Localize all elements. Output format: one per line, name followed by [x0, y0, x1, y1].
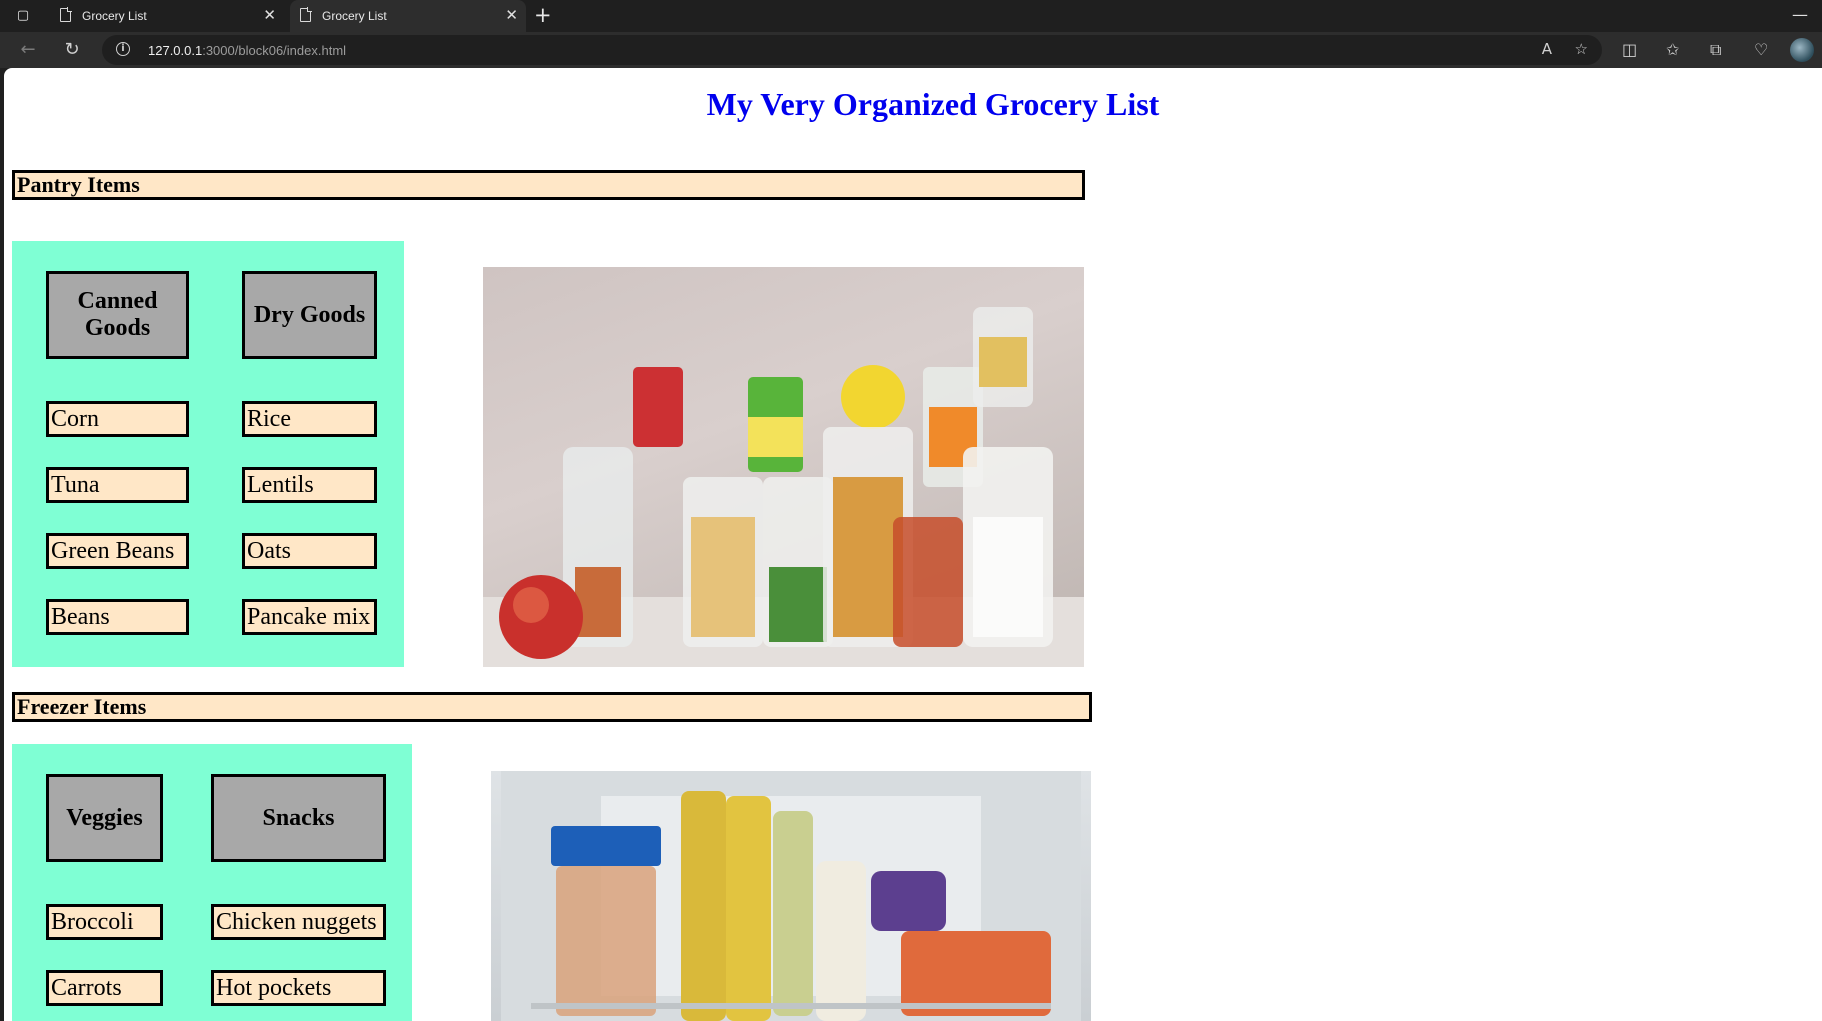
close-icon[interactable]: ✕ [263, 6, 276, 24]
list-item: Tuna [46, 467, 189, 503]
list-item: Carrots [46, 970, 163, 1006]
tab-grocery-list-1[interactable]: Grocery List ✕ [50, 0, 284, 32]
list-item: Chicken nuggets [211, 904, 386, 940]
split-screen-icon[interactable]: ◫ [1622, 40, 1637, 59]
page-viewport: My Very Organized Grocery List Pantry It… [4, 68, 1822, 1021]
category-snacks: Snacks [211, 774, 386, 862]
url-text[interactable]: 127.0.0.1:3000/block06/index.html [148, 43, 346, 58]
freezer-section-header: Freezer Items [12, 692, 1092, 722]
tab-grocery-list-2[interactable]: Grocery List ✕ [290, 0, 526, 32]
browser-toolbar: ← ↻ i 127.0.0.1:3000/block06/index.html … [0, 32, 1822, 68]
list-item: Green Beans [46, 533, 189, 569]
close-icon[interactable]: ✕ [505, 6, 518, 24]
minimize-button[interactable]: — [1792, 5, 1808, 24]
extensions-icon[interactable]: ♡ [1754, 40, 1768, 59]
freezer-list-panel: Veggies Snacks Broccoli Carrots Chicken … [12, 744, 412, 1021]
pantry-section-header: Pantry Items [12, 170, 1085, 200]
tab-actions-icon[interactable]: ▢ [12, 7, 34, 25]
read-aloud-icon[interactable]: A [1542, 40, 1552, 58]
collections-icon[interactable]: ⧉ [1710, 40, 1721, 60]
list-item: Oats [242, 533, 377, 569]
tab-title: Grocery List [322, 9, 387, 23]
list-item: Hot pockets [211, 970, 386, 1006]
category-canned-goods: Canned Goods [46, 271, 189, 359]
category-dry-goods: Dry Goods [242, 271, 377, 359]
reload-button[interactable]: ↻ [60, 38, 84, 62]
tab-title: Grocery List [82, 9, 147, 23]
list-item: Pancake mix [242, 599, 377, 635]
list-item: Broccoli [46, 904, 163, 940]
list-item: Beans [46, 599, 189, 635]
back-button[interactable]: ← [16, 38, 40, 62]
pantry-jars-image [483, 267, 1084, 667]
list-item: Corn [46, 401, 189, 437]
star-icon[interactable]: ☆ [1575, 40, 1588, 58]
list-item: Rice [242, 401, 377, 437]
list-item: Lentils [242, 467, 377, 503]
page-title: My Very Organized Grocery List [706, 86, 1160, 122]
document-icon [300, 7, 312, 22]
favorites-icon[interactable]: ✩ [1666, 40, 1679, 59]
profile-avatar[interactable] [1790, 38, 1814, 62]
url-host: 127.0.0.1 [148, 43, 203, 58]
tab-bar: ▢ Grocery List ✕ Grocery List ✕ + — [0, 0, 1822, 32]
freezer-contents-image [491, 771, 1091, 1021]
category-veggies: Veggies [46, 774, 163, 862]
document-icon [60, 7, 72, 22]
site-info-icon[interactable]: i [116, 42, 130, 56]
address-bar[interactable]: i 127.0.0.1:3000/block06/index.html A ☆ [102, 35, 1602, 65]
new-tab-button[interactable]: + [534, 3, 552, 27]
url-path: :3000/block06/index.html [202, 43, 347, 58]
pantry-list-panel: Canned Goods Dry Goods Corn Tuna Green B… [12, 241, 404, 667]
